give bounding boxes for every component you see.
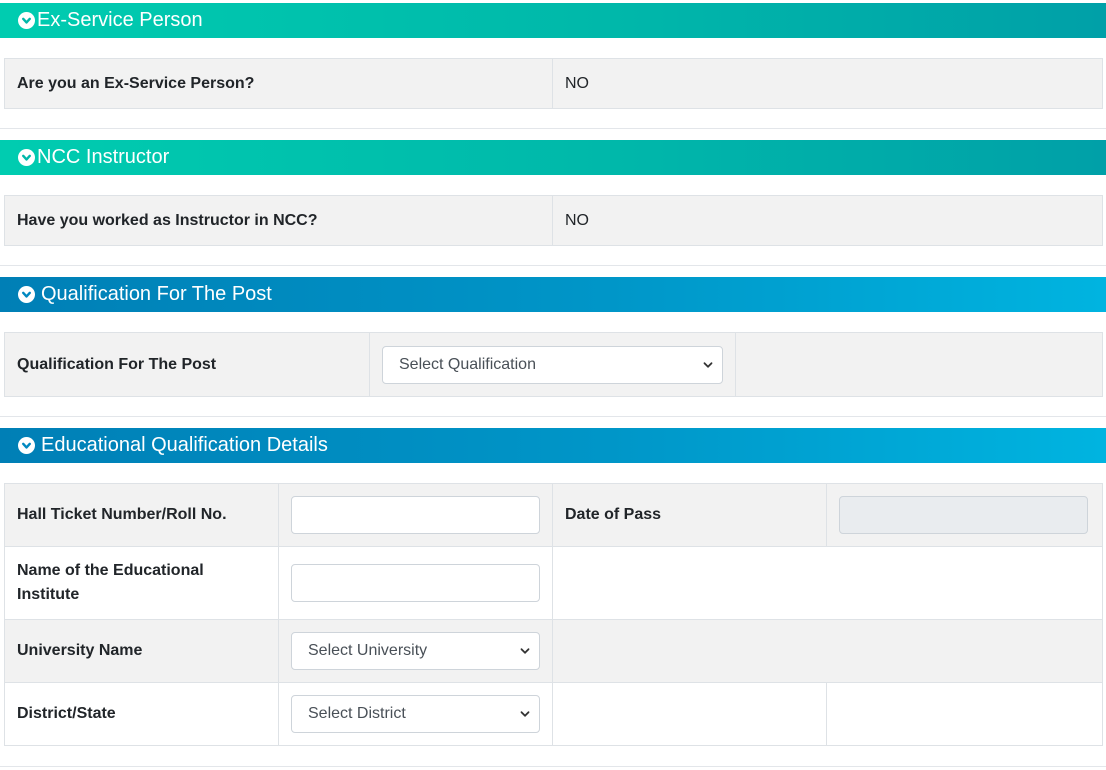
- ex-service-table: Are you an Ex-Service Person? NO: [4, 58, 1103, 109]
- empty-cell: [552, 546, 1103, 620]
- ex-service-answer: NO: [552, 58, 1103, 109]
- empty-cell: [826, 682, 1103, 746]
- chevron-down-icon: [520, 711, 530, 717]
- chevron-down-icon: [703, 361, 713, 368]
- university-select[interactable]: Select University: [291, 632, 540, 670]
- qualification-post-table: Qualification For The Post Select Qualif…: [4, 332, 1103, 397]
- qualification-post-label: Qualification For The Post: [4, 332, 370, 397]
- chevron-circle-down-icon: [18, 12, 35, 29]
- chevron-circle-down-icon: [18, 149, 35, 166]
- divider: [0, 128, 1106, 129]
- qualification-select[interactable]: Select Qualification: [382, 345, 723, 384]
- date-of-pass-input[interactable]: [839, 496, 1088, 534]
- hall-ticket-input[interactable]: [291, 496, 540, 534]
- section-title: Educational Qualification Details: [41, 434, 328, 456]
- university-select-value: Select University: [308, 642, 428, 659]
- ex-service-question: Are you an Ex-Service Person?: [4, 58, 553, 109]
- chevron-circle-down-icon: [18, 437, 35, 454]
- section-title: Ex-Service Person: [37, 9, 203, 31]
- qualification-select-value: Select Qualification: [399, 355, 536, 373]
- chevron-circle-down-icon: [18, 286, 35, 303]
- divider: [0, 265, 1106, 266]
- district-select[interactable]: Select District: [291, 695, 540, 733]
- educational-table: Hall Ticket Number/Roll No. Date of Pass…: [4, 483, 1103, 746]
- section-header-ex-service[interactable]: Ex-Service Person: [0, 3, 1106, 38]
- empty-cell: [735, 332, 1103, 397]
- section-header-ncc[interactable]: NCC Instructor: [0, 140, 1106, 175]
- divider: [0, 766, 1106, 767]
- district-label: District/State: [4, 682, 279, 746]
- section-header-educational[interactable]: Educational Qualification Details: [0, 428, 1106, 463]
- district-select-value: Select District: [308, 705, 406, 722]
- section-header-qualification-post[interactable]: Qualification For The Post: [0, 277, 1106, 312]
- chevron-down-icon: [520, 648, 530, 654]
- ncc-table: Have you worked as Instructor in NCC? NO: [4, 195, 1103, 246]
- empty-cell: [552, 619, 1103, 683]
- empty-cell: [552, 682, 827, 746]
- section-title: NCC Instructor: [37, 146, 170, 168]
- institute-label: Name of the Educational Institute: [4, 546, 279, 620]
- institute-input[interactable]: [291, 564, 540, 602]
- university-label: University Name: [4, 619, 279, 683]
- ncc-question: Have you worked as Instructor in NCC?: [4, 195, 553, 246]
- section-title: Qualification For The Post: [41, 283, 272, 305]
- divider: [0, 416, 1106, 417]
- ncc-answer: NO: [552, 195, 1103, 246]
- date-of-pass-label: Date of Pass: [552, 483, 827, 547]
- hall-ticket-label: Hall Ticket Number/Roll No.: [4, 483, 279, 547]
